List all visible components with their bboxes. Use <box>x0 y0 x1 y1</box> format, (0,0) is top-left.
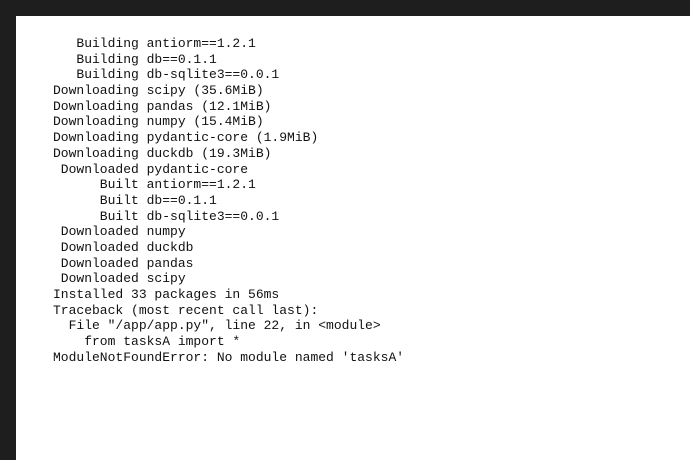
log-line: Building db==0.1.1 <box>53 51 217 67</box>
log-line: Downloading pandas (12.1MiB) <box>53 98 272 114</box>
log-line: Installed 33 packages in 56ms <box>53 287 280 302</box>
window-left-border <box>0 0 16 460</box>
log-line: Building antiorm==1.2.1 <box>53 36 256 51</box>
log-line: Downloaded numpy <box>53 224 186 240</box>
log-line: Built antiorm==1.2.1 <box>53 177 256 193</box>
log-line: Building db-sqlite3==0.0.1 <box>53 67 280 83</box>
log-line: Downloading duckdb (19.3MiB) <box>53 145 272 161</box>
log-line: Downloading pydantic-core (1.9MiB) <box>53 130 319 146</box>
window-top-border <box>0 0 690 16</box>
log-line: Built db==0.1.1 <box>53 192 217 208</box>
log-line: Downloaded scipy <box>53 271 186 287</box>
log-line: Downloading numpy (15.4MiB) <box>53 114 264 130</box>
traceback-file-line: File "/app/app.py", line 22, in <module> <box>53 318 381 334</box>
log-line: Built db-sqlite3==0.0.1 <box>53 208 280 224</box>
traceback-code-line: from tasksA import * <box>53 334 241 350</box>
error-message: ModuleNotFoundError: No module named 'ta… <box>53 349 405 365</box>
terminal-log: Building antiorm==1.2.1 Building db==0.1… <box>53 36 404 365</box>
log-line: Downloaded pydantic-core <box>53 161 249 177</box>
log-line: Downloading scipy (35.6MiB) <box>53 83 264 99</box>
log-line: Downloaded pandas <box>53 255 194 271</box>
log-line: Downloaded duckdb <box>53 239 194 255</box>
traceback-header: Traceback (most recent call last): <box>53 302 319 318</box>
